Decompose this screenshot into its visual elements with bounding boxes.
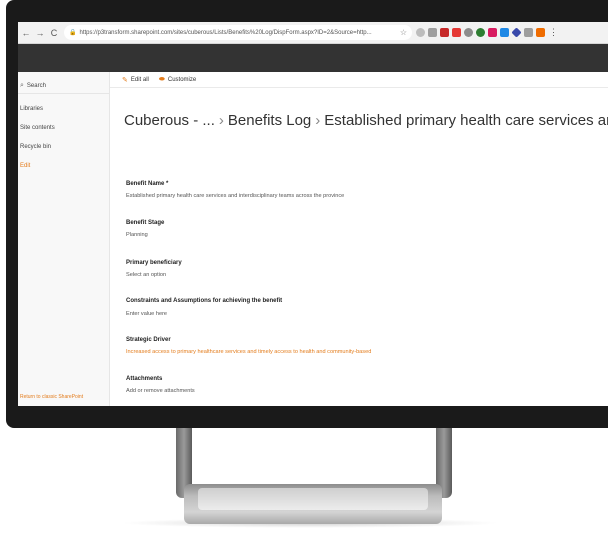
field-value-strategic-driver[interactable]: Increased access to primary healthcare s… (126, 349, 371, 355)
browser-menu-icon[interactable]: ⋮ (549, 27, 558, 38)
extension-icon[interactable] (536, 28, 545, 37)
item-form: Cuberous - ... › Benefits Log › Established … (110, 88, 608, 406)
breadcrumb: Cuberous - ... › Benefits Log › Established … (124, 112, 608, 129)
nav-item-libraries[interactable]: Libraries (20, 106, 43, 112)
field-value-attachments[interactable]: Add or remove attachments (126, 388, 195, 394)
left-navigation: ⌕ Search Libraries Site contents Recycle… (18, 72, 110, 406)
field-value-benefit-name[interactable]: Established primary health care services… (126, 193, 344, 199)
field-value-constraints[interactable]: Enter value here (126, 311, 167, 317)
breadcrumb-separator: › (218, 112, 224, 129)
breadcrumb-separator: › (315, 112, 321, 129)
extension-icon[interactable] (488, 28, 497, 37)
field-label-strategic-driver: Strategic Driver (126, 337, 171, 343)
edit-all-button[interactable]: ✎ Edit all (122, 76, 149, 84)
customize-label: Customize (167, 76, 197, 83)
extension-icon[interactable] (416, 28, 425, 37)
search-placeholder: Search (26, 82, 46, 89)
nav-item-recycle-bin[interactable]: Recycle bin (20, 144, 51, 150)
address-bar[interactable]: 🔒 https://p3transform.sharepoint.com/sit… (64, 25, 412, 40)
extension-icon[interactable] (440, 28, 449, 37)
stand-base-top (198, 488, 428, 510)
nav-item-edit[interactable]: Edit (20, 163, 30, 169)
field-value-primary-beneficiary[interactable]: Select an option (126, 272, 166, 278)
customize-button[interactable]: ⬬ Customize (159, 76, 196, 84)
return-to-classic-link[interactable]: Return to classic SharePoint (20, 394, 83, 400)
lock-icon: 🔒 (69, 30, 77, 36)
forward-arrow-icon[interactable]: → (34, 27, 46, 39)
field-label-constraints: Constraints and Assumptions for achievin… (126, 298, 283, 304)
edit-all-label: Edit all (130, 76, 149, 83)
back-arrow-icon[interactable]: ← (20, 27, 32, 39)
sharepoint-suite-bar (18, 44, 608, 72)
extensions-row (416, 27, 545, 38)
extension-icon[interactable] (500, 28, 509, 37)
reload-icon[interactable]: C (48, 27, 60, 39)
field-value-benefit-stage[interactable]: Planning (126, 232, 148, 238)
bookmark-star-icon[interactable]: ☆ (400, 28, 407, 37)
breadcrumb-site[interactable]: Cuberous - ... (124, 112, 215, 129)
extension-icon[interactable] (428, 28, 437, 37)
field-label-benefit-stage: Benefit Stage (126, 220, 165, 226)
extension-icon[interactable] (452, 28, 461, 37)
screen: ← → C 🔒 https://p3transform.sharepoint.c… (18, 22, 608, 406)
breadcrumb-item: Established primary health care services… (324, 112, 608, 129)
extension-icon[interactable] (476, 28, 485, 37)
field-label-attachments: Attachments (126, 376, 163, 382)
breadcrumb-list[interactable]: Benefits Log (228, 112, 311, 129)
search-box[interactable]: ⌕ Search (18, 78, 110, 94)
customize-icon: ⬬ (158, 75, 165, 83)
command-bar: ✎ Edit all ⬬ Customize (110, 72, 608, 88)
extension-icon[interactable] (511, 27, 522, 38)
url-text: https://p3transform.sharepoint.com/sites… (79, 29, 372, 36)
field-label-benefit-name: Benefit Name * (126, 181, 169, 187)
pencil-icon: ✎ (122, 76, 128, 84)
nav-item-site-contents[interactable]: Site contents (20, 125, 55, 131)
extension-icon[interactable] (464, 28, 473, 37)
field-label-primary-beneficiary: Primary beneficiary (126, 260, 182, 266)
extension-icon[interactable] (524, 28, 533, 37)
browser-toolbar: ← → C 🔒 https://p3transform.sharepoint.c… (18, 22, 608, 44)
search-icon: ⌕ (20, 81, 24, 89)
